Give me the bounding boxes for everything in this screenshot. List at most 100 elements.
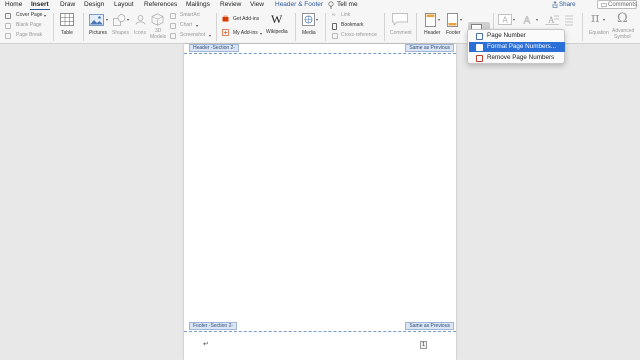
menu-item-page-number[interactable]: Page Number <box>469 31 565 41</box>
advanced-symbol-label-line2[interactable]: Symbol <box>614 34 631 40</box>
ribbon-divider <box>216 13 217 41</box>
tab-design[interactable]: Design <box>84 0 104 9</box>
cover-page-button[interactable]: Cover Page <box>16 12 42 19</box>
comments-button[interactable]: Comments <box>597 0 637 9</box>
table-button[interactable]: Table <box>61 30 73 36</box>
store-icon <box>222 15 229 22</box>
document-page[interactable]: Header -Section 2- Same as Previous Foot… <box>184 44 456 360</box>
link-icon: ∞ <box>332 12 336 18</box>
tab-draw[interactable]: Draw <box>60 0 75 9</box>
menu-item-label: Format Page Numbers... <box>487 43 556 50</box>
ribbon-divider <box>295 13 296 41</box>
share-button[interactable]: Share <box>559 0 576 9</box>
chevron-down-icon[interactable]: ▾ <box>106 18 108 22</box>
tab-review[interactable]: Review <box>220 0 241 9</box>
get-add-ins-button[interactable]: Get Add-ins <box>233 16 259 23</box>
header-boundary <box>184 53 456 54</box>
ribbon-divider <box>416 13 417 41</box>
smartart-button[interactable]: SmartArt <box>180 12 200 19</box>
tab-view[interactable]: View <box>250 0 264 9</box>
bookmark-icon <box>332 23 337 30</box>
chevron-down-icon[interactable]: ▾ <box>44 14 46 18</box>
chevron-down-icon[interactable]: ▾ <box>316 18 318 22</box>
pictures-icon[interactable] <box>89 14 104 26</box>
chevron-down-icon[interactable]: ▾ <box>603 18 605 22</box>
menu-bar: Home Insert Draw Design Layout Reference… <box>0 0 640 11</box>
my-add-ins-button[interactable]: My Add-ins <box>233 30 258 37</box>
icons-icon[interactable] <box>135 14 146 25</box>
comment-button[interactable]: Comment <box>390 30 412 36</box>
chevron-down-icon[interactable]: ▾ <box>460 18 462 22</box>
3d-models-label-line2[interactable]: Models <box>150 34 166 40</box>
link-button[interactable]: Link <box>341 12 350 19</box>
chevron-down-icon[interactable]: ▾ <box>536 18 538 22</box>
comment-bubble-icon <box>601 2 607 8</box>
wordart-icon[interactable]: A <box>520 14 534 25</box>
tab-insert[interactable]: Insert <box>31 0 49 9</box>
header-button[interactable]: Header <box>424 30 440 36</box>
tab-home[interactable]: Home <box>5 0 22 9</box>
chevron-down-icon[interactable]: ▾ <box>127 18 129 22</box>
chevron-down-icon[interactable]: ▾ <box>438 18 440 22</box>
screenshot-button[interactable]: Screenshot <box>180 32 205 39</box>
paragraph-mark: ↵ <box>203 341 209 348</box>
header-section-label: Header -Section 2- <box>189 44 239 52</box>
chart-button[interactable]: Chart <box>180 22 192 29</box>
footer-button[interactable]: Footer <box>446 30 460 36</box>
page-break-icon <box>5 33 11 39</box>
blank-page-button[interactable]: Blank Page <box>16 22 42 29</box>
table-icon[interactable] <box>60 13 74 26</box>
chevron-down-icon[interactable]: ▾ <box>196 24 198 28</box>
tab-layout[interactable]: Layout <box>114 0 134 9</box>
icons-button[interactable]: Icons <box>134 30 146 36</box>
svg-text:A: A <box>524 16 531 26</box>
my-add-ins-icon <box>222 29 229 36</box>
media-icon[interactable] <box>302 13 315 26</box>
share-icon <box>552 1 558 8</box>
shapes-icon[interactable] <box>113 14 126 26</box>
chevron-down-icon[interactable]: ▾ <box>209 34 211 38</box>
page-number-icon <box>476 32 483 40</box>
lightbulb-icon <box>328 1 334 9</box>
chart-icon <box>170 23 176 29</box>
comment-icon[interactable] <box>392 13 408 26</box>
comments-label: Comments <box>608 2 638 8</box>
header-same-as-previous: Same as Previous <box>405 44 454 52</box>
chevron-down-icon[interactable]: ▾ <box>260 32 262 36</box>
menu-item-remove-page-numbers[interactable]: Remove Page Numbers <box>469 53 565 63</box>
format-page-numbers-icon <box>476 43 483 51</box>
menu-item-format-page-numbers[interactable]: Format Page Numbers... <box>469 42 565 52</box>
page-break-button[interactable]: Page Break <box>16 32 42 39</box>
cross-reference-button[interactable]: Cross-reference <box>341 32 377 39</box>
tell-me-search[interactable]: Tell me <box>337 0 358 9</box>
omega-symbol-icon: Ω <box>617 11 628 26</box>
page-number-field[interactable]: 1 <box>420 341 427 349</box>
footer-icon[interactable] <box>447 13 458 27</box>
tab-mailings[interactable]: Mailings <box>186 0 210 9</box>
cube-icon[interactable] <box>151 13 164 26</box>
footer-section-label: Footer -Section 2- <box>189 322 238 330</box>
text-box-icon[interactable]: A <box>498 14 512 25</box>
tab-references[interactable]: References <box>144 0 177 9</box>
signature-line-icon[interactable] <box>564 13 574 27</box>
cover-page-icon <box>5 13 11 19</box>
ribbon-divider <box>384 13 385 41</box>
shapes-button[interactable]: Shapes <box>112 30 129 36</box>
menu-item-label: Page Number <box>487 32 526 39</box>
header-icon[interactable] <box>425 13 436 27</box>
ribbon-divider <box>83 13 84 41</box>
screenshot-icon <box>170 33 176 39</box>
ribbon-divider <box>53 13 54 41</box>
remove-page-numbers-icon <box>476 54 483 62</box>
svg-text:A: A <box>548 15 555 25</box>
blank-page-icon <box>5 23 11 29</box>
drop-cap-icon[interactable]: A <box>545 14 559 25</box>
bookmark-button[interactable]: Bookmark <box>341 22 364 29</box>
tab-header-footer[interactable]: Header & Footer <box>275 0 323 9</box>
footer-boundary <box>184 331 456 332</box>
chevron-down-icon[interactable]: ▾ <box>513 18 515 22</box>
media-button[interactable]: Media <box>302 30 316 36</box>
equation-button[interactable]: Equation <box>589 30 609 36</box>
wikipedia-button[interactable]: Wikipedia <box>266 29 288 35</box>
pictures-button[interactable]: Pictures <box>89 30 107 36</box>
